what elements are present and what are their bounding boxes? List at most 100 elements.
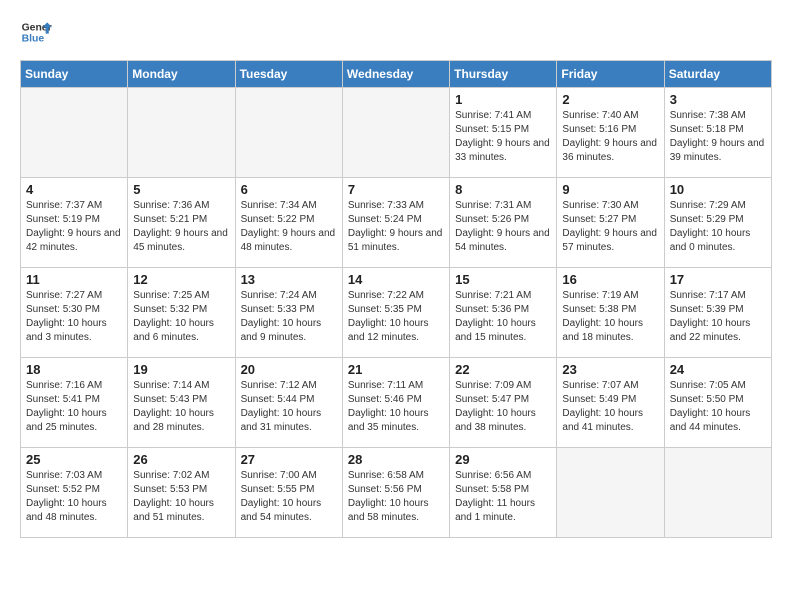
day-number: 23 (562, 362, 658, 377)
week-row-5: 25 Sunrise: 7:03 AMSunset: 5:52 PMDayligh… (21, 448, 772, 538)
day-info: Sunrise: 7:02 AMSunset: 5:53 PMDaylight:… (133, 469, 229, 525)
weekday-header-thursday: Thursday (450, 61, 557, 88)
day-info: Sunrise: 7:25 AMSunset: 5:32 PMDaylight:… (133, 289, 229, 345)
week-row-2: 4Sunrise: 7:37 AMSunset: 5:19 PMDaylight… (21, 178, 772, 268)
day-info: Sunrise: 7:37 AMSunset: 5:19 PMDaylight:… (26, 199, 122, 255)
calendar-cell: 15 Sunrise: 7:21 AMSunset: 5:36 PMDayligh… (450, 268, 557, 358)
day-info: Sunrise: 7:12 AMSunset: 5:44 PMDaylight:… (241, 379, 337, 435)
day-info: Sunrise: 7:09 AMSunset: 5:47 PMDaylight:… (455, 379, 551, 435)
day-number: 2 (562, 92, 658, 107)
day-number: 5 (133, 182, 229, 197)
day-info: Sunrise: 7:00 AMSunset: 5:55 PMDaylight:… (241, 469, 337, 525)
day-number: 29 (455, 452, 551, 467)
calendar-cell: 12 Sunrise: 7:25 AMSunset: 5:32 PMDayligh… (128, 268, 235, 358)
day-info: Sunrise: 7:16 AMSunset: 5:41 PMDaylight:… (26, 379, 122, 435)
calendar-cell: 13 Sunrise: 7:24 AMSunset: 5:33 PMDayligh… (235, 268, 342, 358)
calendar-cell (342, 88, 449, 178)
weekday-header-saturday: Saturday (664, 61, 771, 88)
svg-text:Blue: Blue (22, 34, 45, 45)
calendar-cell: 8 Sunrise: 7:31 AMSunset: 5:26 PMDaylight… (450, 178, 557, 268)
day-number: 1 (455, 92, 551, 107)
calendar-cell: 7Sunrise: 7:33 AMSunset: 5:24 PMDaylight… (342, 178, 449, 268)
calendar-cell: 4Sunrise: 7:37 AMSunset: 5:19 PMDaylight… (21, 178, 128, 268)
day-info: Sunrise: 7:40 AMSunset: 5:16 PMDaylight:… (562, 109, 658, 165)
day-info: Sunrise: 7:31 AMSunset: 5:26 PMDaylight:… (455, 199, 551, 255)
day-number: 24 (670, 362, 766, 377)
day-number: 6 (241, 182, 337, 197)
calendar-cell: 19Sunrise: 7:14 AMSunset: 5:43 PMDayligh… (128, 358, 235, 448)
weekday-header-sunday: Sunday (21, 61, 128, 88)
logo: General Blue (20, 16, 52, 48)
day-info: Sunrise: 7:34 AMSunset: 5:22 PMDaylight:… (241, 199, 337, 255)
day-number: 16 (562, 272, 658, 287)
calendar-cell: 14 Sunrise: 7:22 AMSunset: 5:35 PMDayligh… (342, 268, 449, 358)
day-number: 18 (26, 362, 122, 377)
day-info: Sunrise: 7:33 AMSunset: 5:24 PMDaylight:… (348, 199, 444, 255)
day-info: Sunrise: 7:36 AMSunset: 5:21 PMDaylight:… (133, 199, 229, 255)
calendar-cell: 2 Sunrise: 7:40 AMSunset: 5:16 PMDaylight… (557, 88, 664, 178)
day-info: Sunrise: 7:19 AMSunset: 5:38 PMDaylight:… (562, 289, 658, 345)
day-info: Sunrise: 7:30 AMSunset: 5:27 PMDaylight:… (562, 199, 658, 255)
calendar-table: SundayMondayTuesdayWednesdayThursdayFrid… (20, 60, 772, 538)
day-number: 11 (26, 272, 122, 287)
day-number: 26 (133, 452, 229, 467)
day-number: 3 (670, 92, 766, 107)
calendar-cell: 18 Sunrise: 7:16 AMSunset: 5:41 PMDayligh… (21, 358, 128, 448)
calendar-cell: 11 Sunrise: 7:27 AMSunset: 5:30 PMDayligh… (21, 268, 128, 358)
calendar-cell (21, 88, 128, 178)
day-info: Sunrise: 7:14 AMSunset: 5:43 PMDaylight:… (133, 379, 229, 435)
weekday-header-wednesday: Wednesday (342, 61, 449, 88)
calendar-cell: 26 Sunrise: 7:02 AMSunset: 5:53 PMDayligh… (128, 448, 235, 538)
day-info: Sunrise: 7:11 AMSunset: 5:46 PMDaylight:… (348, 379, 444, 435)
day-number: 9 (562, 182, 658, 197)
calendar-cell (128, 88, 235, 178)
calendar-cell: 25 Sunrise: 7:03 AMSunset: 5:52 PMDayligh… (21, 448, 128, 538)
day-info: Sunrise: 7:22 AMSunset: 5:35 PMDaylight:… (348, 289, 444, 345)
calendar-cell: 27 Sunrise: 7:00 AMSunset: 5:55 PMDayligh… (235, 448, 342, 538)
day-number: 14 (348, 272, 444, 287)
day-number: 25 (26, 452, 122, 467)
calendar-cell: 20 Sunrise: 7:12 AMSunset: 5:44 PMDayligh… (235, 358, 342, 448)
week-row-1: 1Sunrise: 7:41 AMSunset: 5:15 PMDaylight… (21, 88, 772, 178)
day-number: 28 (348, 452, 444, 467)
calendar-cell (557, 448, 664, 538)
calendar-cell: 5 Sunrise: 7:36 AMSunset: 5:21 PMDaylight… (128, 178, 235, 268)
calendar-cell: 24 Sunrise: 7:05 AMSunset: 5:50 PMDayligh… (664, 358, 771, 448)
day-number: 8 (455, 182, 551, 197)
day-number: 27 (241, 452, 337, 467)
calendar-cell: 29 Sunrise: 6:56 AMSunset: 5:58 PMDayligh… (450, 448, 557, 538)
day-number: 12 (133, 272, 229, 287)
logo-icon: General Blue (20, 16, 52, 48)
day-number: 17 (670, 272, 766, 287)
day-number: 20 (241, 362, 337, 377)
day-info: Sunrise: 7:05 AMSunset: 5:50 PMDaylight:… (670, 379, 766, 435)
calendar-cell: 16 Sunrise: 7:19 AMSunset: 5:38 PMDayligh… (557, 268, 664, 358)
calendar-cell: 1Sunrise: 7:41 AMSunset: 5:15 PMDaylight… (450, 88, 557, 178)
day-number: 13 (241, 272, 337, 287)
day-info: Sunrise: 6:56 AMSunset: 5:58 PMDaylight:… (455, 469, 551, 525)
day-info: Sunrise: 7:03 AMSunset: 5:52 PMDaylight:… (26, 469, 122, 525)
day-info: Sunrise: 6:58 AMSunset: 5:56 PMDaylight:… (348, 469, 444, 525)
calendar-cell: 23 Sunrise: 7:07 AMSunset: 5:49 PMDayligh… (557, 358, 664, 448)
calendar-cell: 22 Sunrise: 7:09 AMSunset: 5:47 PMDayligh… (450, 358, 557, 448)
week-row-3: 11 Sunrise: 7:27 AMSunset: 5:30 PMDayligh… (21, 268, 772, 358)
calendar-cell: 28 Sunrise: 6:58 AMSunset: 5:56 PMDayligh… (342, 448, 449, 538)
day-info: Sunrise: 7:17 AMSunset: 5:39 PMDaylight:… (670, 289, 766, 345)
day-info: Sunrise: 7:07 AMSunset: 5:49 PMDaylight:… (562, 379, 658, 435)
calendar-cell: 6 Sunrise: 7:34 AMSunset: 5:22 PMDaylight… (235, 178, 342, 268)
day-info: Sunrise: 7:27 AMSunset: 5:30 PMDaylight:… (26, 289, 122, 345)
weekday-header-monday: Monday (128, 61, 235, 88)
calendar-cell (235, 88, 342, 178)
day-info: Sunrise: 7:21 AMSunset: 5:36 PMDaylight:… (455, 289, 551, 345)
calendar-cell: 21Sunrise: 7:11 AMSunset: 5:46 PMDayligh… (342, 358, 449, 448)
day-info: Sunrise: 7:24 AMSunset: 5:33 PMDaylight:… (241, 289, 337, 345)
calendar-cell: 3 Sunrise: 7:38 AMSunset: 5:18 PMDaylight… (664, 88, 771, 178)
day-info: Sunrise: 7:38 AMSunset: 5:18 PMDaylight:… (670, 109, 766, 165)
day-number: 10 (670, 182, 766, 197)
weekday-header-friday: Friday (557, 61, 664, 88)
day-number: 15 (455, 272, 551, 287)
day-info: Sunrise: 7:29 AMSunset: 5:29 PMDaylight:… (670, 199, 766, 255)
week-row-4: 18 Sunrise: 7:16 AMSunset: 5:41 PMDayligh… (21, 358, 772, 448)
calendar-cell (664, 448, 771, 538)
day-number: 22 (455, 362, 551, 377)
